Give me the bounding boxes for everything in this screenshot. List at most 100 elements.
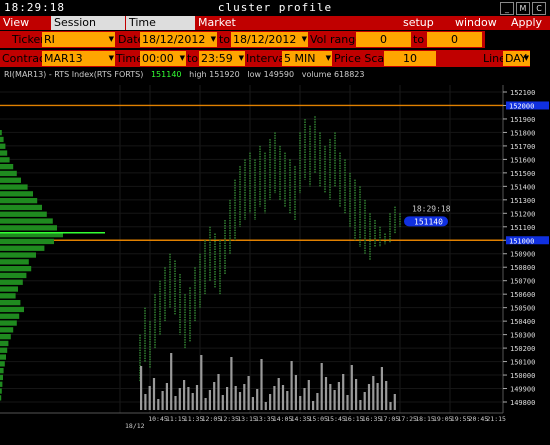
profile-bar [0, 170, 17, 177]
level-label: 152000 [509, 102, 534, 110]
volume-value: 618823 [333, 70, 365, 79]
menu-session-hours[interactable]: Session Hours [51, 16, 125, 43]
volume-bar [372, 376, 375, 410]
price-tick-label: 151800 [510, 129, 535, 137]
volume-bar [307, 380, 310, 410]
line-select[interactable]: DAY ▼ [503, 51, 530, 66]
volume-bar [355, 379, 358, 410]
profile-bar [0, 368, 4, 374]
profile-bar [0, 266, 32, 272]
profile-bar [0, 245, 45, 251]
profile-bar [0, 164, 14, 170]
profile-bar [0, 198, 38, 204]
volume-bar [165, 383, 168, 410]
contract-select[interactable]: MAR13 ▼ [42, 51, 115, 66]
volume-bar [337, 382, 340, 410]
low-value: 149590 [263, 70, 295, 79]
profile-bar [0, 279, 23, 285]
price-tick-label: 151300 [510, 197, 535, 205]
ticker-select[interactable]: RI ▼ [42, 32, 115, 47]
date-to-label: to [219, 33, 231, 46]
volume-bar [376, 383, 379, 410]
vol-from-input[interactable]: 0 [356, 32, 411, 47]
volume-bar [256, 389, 259, 410]
interval-value: 5 MIN [284, 52, 316, 65]
menu-market-watch[interactable]: Market Watch [195, 16, 265, 43]
time-tick-label: 13:35 [255, 415, 275, 423]
time-tick-label: 15:05 [308, 415, 328, 423]
cluster-chart[interactable]: 152100 152000 151900 151800 151700 151600 1515… [0, 68, 550, 445]
time-tick-label: 19:05 [433, 415, 453, 423]
time-tick-label: 12:05 [202, 415, 222, 423]
volume-bar [178, 388, 181, 410]
volume-bar [230, 357, 233, 410]
volume-bar [170, 353, 173, 410]
menu-apply[interactable]: Apply [508, 16, 543, 30]
close-button[interactable]: C [532, 2, 546, 15]
time-tick-label: 21:15 [486, 415, 506, 423]
volume-bar [213, 382, 216, 410]
profile-bar [0, 388, 2, 394]
volume-bar [299, 396, 302, 410]
menu-time-interval[interactable]: Time Interval [126, 16, 195, 43]
volume-bar [264, 402, 267, 410]
chevron-down-icon: ▼ [301, 35, 307, 43]
price-tick-label: 151600 [510, 156, 535, 164]
menu-window[interactable]: window [452, 16, 497, 30]
vol-to-input[interactable]: 0 [427, 32, 482, 47]
high-label: high [189, 70, 207, 79]
time-tick-label: 14:05 [273, 415, 293, 423]
volume-bar [152, 378, 156, 410]
profile-bar [0, 395, 2, 401]
menu-view-dom[interactable]: View DOM [0, 16, 51, 43]
vol-range-label: Vol range [310, 33, 362, 46]
volume-bar [144, 394, 147, 410]
profile-bar [0, 204, 42, 211]
ticker-value: RI [44, 33, 55, 46]
time-tick-label: 13:15 [237, 415, 257, 423]
price-tick-label: 150800 [510, 264, 535, 272]
price-tick-label: 150300 [510, 332, 535, 340]
instrument-info: RI(MAR13) - RTS Index(RTS FORTS) 151140 … [4, 70, 364, 79]
profile-bar [0, 225, 57, 231]
level-label: 151000 [509, 237, 534, 245]
minimize-button[interactable]: _ [500, 2, 514, 15]
date-to-value: 18/12/2012 [233, 33, 297, 46]
volume-bar [389, 402, 392, 410]
chevron-down-icon: ▼ [238, 54, 244, 62]
profile-bar [0, 340, 9, 347]
volume-bar [281, 385, 285, 410]
time-tick-label: 12:35 [219, 415, 239, 423]
maximize-button[interactable]: M [516, 2, 530, 15]
time-tick-label: 17:05 [380, 415, 400, 423]
window-title: cluster profile [217, 1, 333, 14]
menu-setup[interactable]: setup [400, 16, 435, 30]
time-from-select[interactable]: 00:00 ▼ [140, 51, 186, 66]
profile-bar [0, 177, 21, 183]
price-tick-label: 149800 [510, 399, 535, 407]
profile-bar [0, 306, 24, 313]
chevron-down-icon: ▼ [108, 35, 114, 43]
profile-bar [0, 327, 14, 333]
time-label: Time [116, 52, 143, 65]
volume-bar [174, 396, 177, 410]
date-from-select[interactable]: 18/12/2012 ▼ [140, 32, 217, 47]
price-scale-input[interactable]: 10 [384, 51, 436, 66]
price-tick-label: 150500 [510, 305, 535, 313]
profile-bar [0, 293, 16, 299]
chevron-down-icon: ▼ [523, 54, 529, 62]
volume-bar [393, 394, 396, 410]
volume-bar [208, 390, 211, 410]
interval-select[interactable]: 5 MIN ▼ [282, 51, 332, 66]
level-marker [543, 101, 549, 110]
volume-bar [316, 393, 319, 410]
contract-value: MAR13 [44, 52, 83, 65]
volume-bar [161, 391, 164, 410]
volume-label: volume [301, 70, 332, 79]
time-tick-label: 19:55 [451, 415, 471, 423]
date-to-select[interactable]: 18/12/2012 ▼ [231, 32, 308, 47]
profile-bar [0, 286, 18, 292]
volume-bar [333, 390, 336, 410]
low-label: low [247, 70, 262, 79]
time-to-select[interactable]: 23:59 ▼ [199, 51, 245, 66]
